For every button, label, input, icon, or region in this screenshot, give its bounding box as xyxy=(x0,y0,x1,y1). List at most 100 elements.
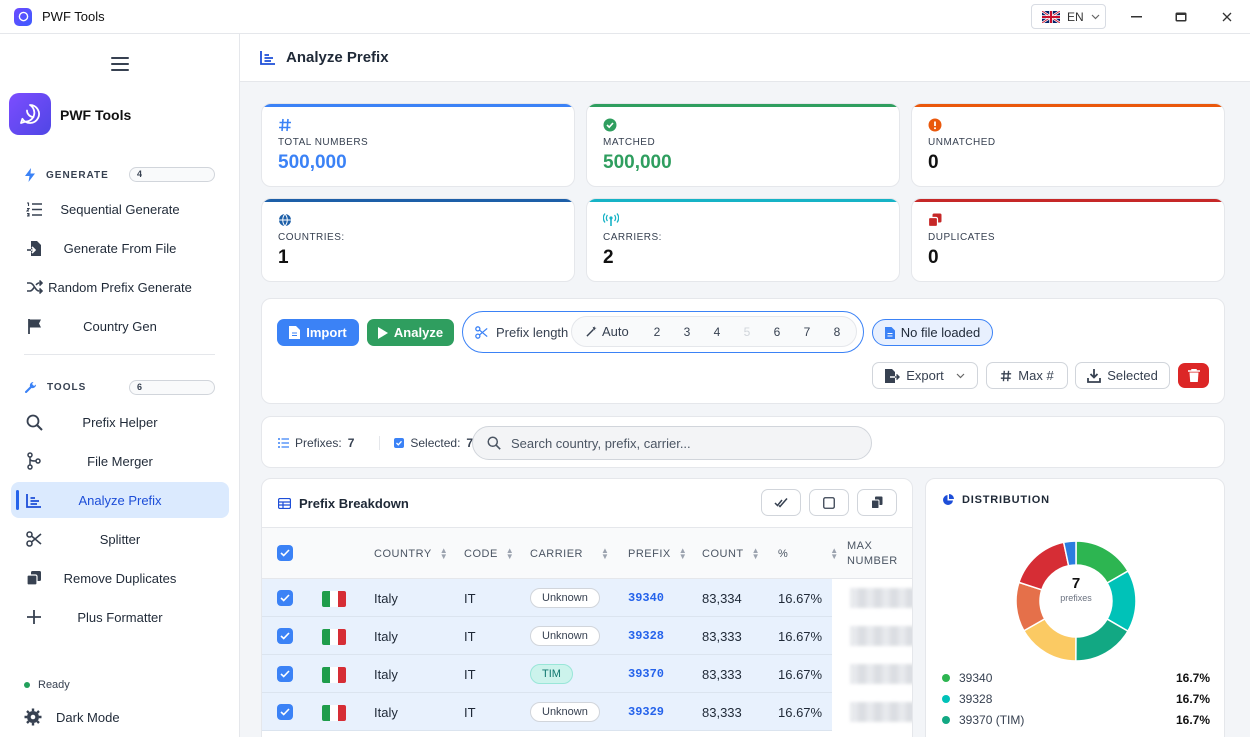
cell-count: 83,333 xyxy=(702,705,742,720)
hash-icon xyxy=(279,118,291,132)
alert-circle-icon xyxy=(928,118,942,132)
cell-prefix[interactable]: 39328 xyxy=(628,629,664,643)
prefix-length-option[interactable]: 8 xyxy=(822,325,852,339)
double-check-icon xyxy=(774,498,788,508)
section-generate-label: GENERATE xyxy=(46,169,109,181)
cell-code: IT xyxy=(464,705,476,720)
column-header-country[interactable]: COUNTRY ▲ ▼ xyxy=(374,547,448,561)
import-label: Import xyxy=(306,325,347,340)
close-icon xyxy=(1222,12,1232,22)
column-header-code[interactable]: CODE ▲ ▼ xyxy=(464,547,514,561)
stat-value: 500,000 xyxy=(603,152,672,173)
prefix-length-option[interactable]: 2 xyxy=(642,325,672,339)
copy-prefixes-button[interactable] xyxy=(857,489,897,516)
sidebar-item-file-merger[interactable]: File Merger xyxy=(11,443,229,479)
magic-wand-icon xyxy=(586,326,597,337)
shuffle-icon xyxy=(24,277,44,297)
max-number-button[interactable]: Max # xyxy=(986,362,1068,389)
language-selector[interactable]: EN xyxy=(1031,4,1106,29)
cell-prefix[interactable]: 39340 xyxy=(628,591,664,605)
prefix-length-option[interactable]: 7 xyxy=(792,325,822,339)
select-all-button[interactable] xyxy=(761,489,801,516)
app-icon xyxy=(14,7,32,26)
table-title-group: Prefix Breakdown xyxy=(278,496,409,511)
cell-prefix[interactable]: 39329 xyxy=(628,705,664,719)
prefix-length-option[interactable]: 6 xyxy=(762,325,792,339)
column-header-max-number[interactable]: MAX NUMBER xyxy=(847,540,898,567)
hash-icon xyxy=(1001,370,1012,381)
maximize-button[interactable] xyxy=(1158,0,1204,34)
column-header-percent[interactable]: % ▲ ▼ xyxy=(778,547,839,561)
status-indicator: Ready xyxy=(24,679,70,691)
table-row[interactable]: Italy IT TIM 39370 83,333 16.67% xyxy=(262,655,832,693)
menu-toggle-icon[interactable] xyxy=(111,57,129,71)
dark-mode-toggle[interactable]: Dark Mode xyxy=(24,708,120,726)
stat-value: 0 xyxy=(928,247,939,268)
cell-prefix[interactable]: 39370 xyxy=(628,667,664,681)
legend-dot xyxy=(942,674,950,682)
delete-button[interactable] xyxy=(1178,363,1209,388)
legend-dot xyxy=(942,716,950,724)
stat-label: TOTAL NUMBERS xyxy=(278,137,369,148)
row-checkbox[interactable] xyxy=(277,590,293,606)
row-checkbox[interactable] xyxy=(277,628,293,644)
prefix-length-auto[interactable]: Auto xyxy=(586,324,642,339)
sidebar-item-splitter[interactable]: Splitter xyxy=(11,521,229,557)
status-dot xyxy=(24,682,30,688)
filter-divider xyxy=(360,436,381,450)
stat-accent-bar xyxy=(912,199,1224,202)
analyze-button[interactable]: Analyze xyxy=(367,319,454,346)
close-button[interactable] xyxy=(1204,0,1250,34)
legend-dot xyxy=(942,695,950,703)
stat-card-countries: COUNTRIES: 1 xyxy=(261,198,575,282)
export-button[interactable]: Export xyxy=(872,362,978,389)
dark-mode-label: Dark Mode xyxy=(56,709,120,725)
row-checkbox[interactable] xyxy=(277,704,293,720)
language-label: EN xyxy=(1067,9,1084,24)
download-selected-button[interactable]: Selected xyxy=(1075,362,1170,389)
prefix-length-option[interactable]: 4 xyxy=(702,325,732,339)
sidebar-item-country-gen[interactable]: Country Gen xyxy=(11,308,229,344)
column-header-carrier[interactable]: CARRIER ▲ ▼ xyxy=(530,547,609,561)
sidebar-item-plus-formatter[interactable]: Plus Formatter xyxy=(11,599,229,635)
column-header-count[interactable]: COUNT ▲ ▼ xyxy=(702,547,760,561)
distribution-title: DISTRIBUTION xyxy=(962,494,1050,506)
column-label: % xyxy=(778,548,789,560)
row-checkbox[interactable] xyxy=(277,666,293,682)
prefix-length-option[interactable]: 3 xyxy=(672,325,702,339)
table-header: COUNTRY ▲ ▼ CODE ▲ ▼ CARRIER ▲ ▼ PREFIX ▲ ▼ COUN… xyxy=(262,527,912,579)
scissors-icon xyxy=(24,529,44,549)
sidebar-item-random-prefix-generate[interactable]: Random Prefix Generate xyxy=(11,269,229,305)
table-row[interactable]: Italy IT Unknown 39329 83,333 16.67% xyxy=(262,693,832,731)
column-header-prefix[interactable]: PREFIX ▲ ▼ xyxy=(628,547,687,561)
file-icon xyxy=(884,326,895,339)
stat-accent-bar xyxy=(587,199,899,202)
table-row[interactable]: Italy IT Unknown 39328 83,333 16.67% xyxy=(262,617,832,655)
search-input[interactable] xyxy=(511,435,851,451)
import-button[interactable]: Import xyxy=(277,319,359,346)
tools-count-badge: 6 xyxy=(129,380,215,395)
column-label: CODE xyxy=(464,548,498,560)
sidebar-item-prefix-helper[interactable]: Prefix Helper xyxy=(11,404,229,440)
sidebar-item-remove-duplicates[interactable]: Remove Duplicates xyxy=(11,560,229,596)
legend-value: 16.7% xyxy=(1175,713,1210,727)
minimize-button[interactable] xyxy=(1113,0,1159,34)
sidebar-item-generate-from-file[interactable]: Generate From File xyxy=(11,230,229,266)
sidebar-item-analyze-prefix[interactable]: Analyze Prefix xyxy=(11,482,229,518)
legend-label: 39340 xyxy=(959,671,993,685)
maximize-icon xyxy=(1175,12,1187,22)
prefix-length-options: Auto 2 3 4 5 6 7 8 xyxy=(571,316,857,347)
italy-flag-icon xyxy=(322,705,346,721)
lightning-icon xyxy=(25,168,35,182)
legend-item: 39370 (TIM) 16.7% xyxy=(942,713,1210,727)
search-icon xyxy=(24,412,44,432)
header-checkbox[interactable] xyxy=(277,545,293,561)
checkbox-icon xyxy=(394,438,405,448)
sidebar-item-sequential-generate[interactable]: Sequential Generate xyxy=(11,191,229,227)
list-ordered-icon xyxy=(24,199,44,219)
legend-item: 39328 16.7% xyxy=(942,692,1210,706)
deselect-all-button[interactable] xyxy=(809,489,849,516)
file-icon xyxy=(289,326,301,339)
prefix-length-option[interactable]: 5 xyxy=(732,325,762,339)
table-row[interactable]: Italy IT Unknown 39340 83,334 16.67% xyxy=(262,579,832,617)
